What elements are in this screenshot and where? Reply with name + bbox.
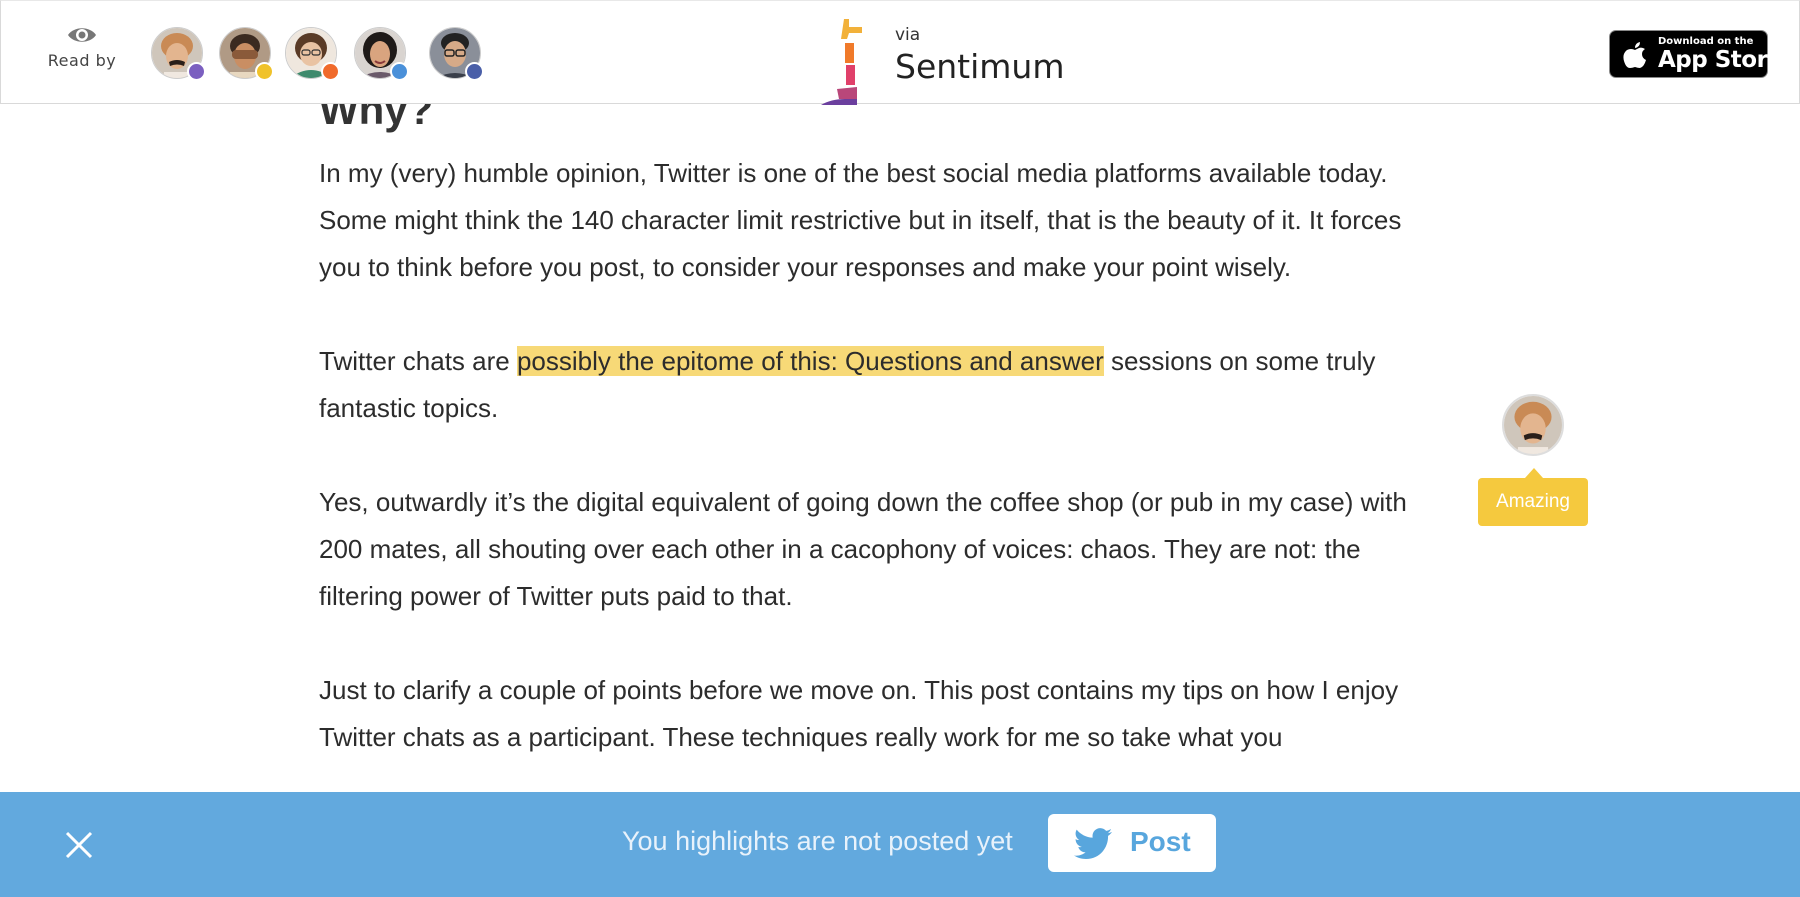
reader-avatar-3[interactable] — [285, 27, 340, 81]
eye-icon — [68, 28, 96, 42]
twitter-icon — [1074, 828, 1112, 860]
app-store-small-label: Download on the — [1658, 36, 1754, 47]
bottom-bar: You highlights are not posted yet Post — [0, 792, 1800, 897]
reader-avatar-5[interactable] — [429, 27, 484, 81]
reader-avatar-1[interactable] — [151, 27, 206, 81]
paragraph-2-start: Twitter chats are — [319, 346, 517, 376]
app-store-big-label: App Store — [1658, 47, 1783, 73]
reader-badge — [465, 62, 484, 81]
post-button[interactable]: Post — [1048, 814, 1216, 872]
not-posted-message: You highlights are not posted yet — [622, 826, 1013, 856]
sentimum-logo-icon — [821, 19, 862, 105]
reader-avatar-4[interactable] — [354, 27, 409, 81]
paragraph-3: Yes, outwardly it’s the digital equivale… — [319, 487, 1407, 611]
paragraph-1: In my (very) humble opinion, Twitter is … — [319, 158, 1402, 282]
paragraph-4: Just to clarify a couple of points befor… — [319, 675, 1399, 752]
top-bar: Read by via Sentimum Download on the App… — [0, 0, 1800, 105]
brand-via: via — [895, 25, 921, 45]
annotation-tag[interactable]: Amazing — [1478, 468, 1588, 526]
apple-icon — [1623, 42, 1646, 68]
reader-avatar-2[interactable] — [219, 27, 274, 81]
paragraph-2: Twitter chats are possibly the epitome o… — [319, 338, 1449, 432]
app-store-button[interactable]: Download on the App Store — [1609, 30, 1783, 78]
reader-badge — [255, 62, 274, 81]
reader-badge — [321, 62, 340, 81]
reader-badge — [187, 62, 206, 81]
read-by-label: Read by — [47, 51, 117, 70]
close-icon[interactable] — [62, 828, 96, 862]
highlighted-text[interactable]: possibly the epitome of this: Questions … — [516, 346, 1104, 376]
read-by: Read by — [46, 25, 118, 70]
annotation-avatar — [1502, 394, 1564, 456]
post-button-label: Post — [1130, 826, 1191, 857]
brand-name: Sentimum — [895, 47, 1065, 86]
article: Why? In my (very) humble opinion, Twitte… — [319, 70, 1449, 808]
reader-badge — [390, 62, 409, 81]
